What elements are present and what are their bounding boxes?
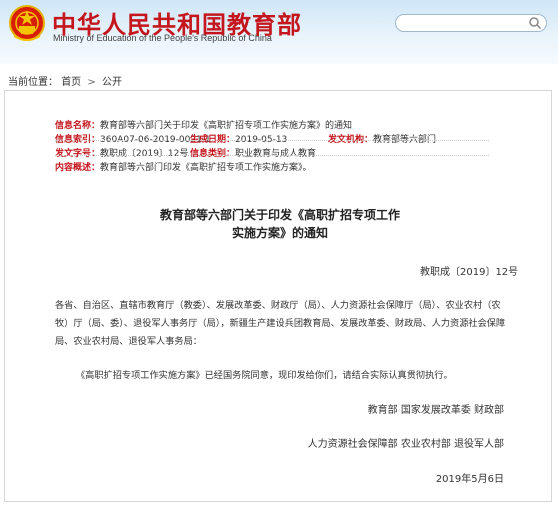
document-number: 教职成〔2019〕12号 <box>420 267 519 278</box>
site-title-english: Ministry of Education of the People's Re… <box>53 33 272 43</box>
signers-line: 人力资源社会保障部 农业农村部 退役军人部 <box>307 439 504 450</box>
search-icon[interactable] <box>528 16 542 30</box>
breadcrumb-public-link[interactable]: 公开 <box>102 77 122 88</box>
meta-category-value: 职业教育与成人教育 <box>235 149 317 159</box>
document-title: 教育部等六部门关于印发《高职扩招专项工作 实施方案》的通知 <box>110 206 450 242</box>
breadcrumb-home-link[interactable]: 首页 <box>61 77 81 88</box>
search-box <box>395 14 547 32</box>
breadcrumb-label: 当前位置： <box>8 77 58 88</box>
recipients-line: 局、农业农村局、退役军人事务局： <box>55 336 202 347</box>
document-date: 2019年5月6日 <box>435 474 504 485</box>
meta-org: 发文机构：教育部等六部门 <box>328 132 436 145</box>
document-title-line1: 教育部等六部门关于印发《高职扩招专项工作 <box>159 208 400 222</box>
meta-summary: 内容概述：教育部等六部门印发《高职扩招专项工作实施方案》。 <box>55 160 312 173</box>
meta-category: 信息类别：职业教育与成人教育 <box>190 146 316 159</box>
meta-doc-no: 发文字号：教职成〔2019〕12号 <box>55 146 188 159</box>
search-input[interactable] <box>406 16 524 30</box>
document-body: 《高职扩招专项工作实施方案》已经国务院同意，现印发给你们，请结合实际认真贯彻执行… <box>76 370 453 381</box>
breadcrumb-separator: > <box>87 77 96 88</box>
meta-date: 生成日期：2019-05-13 <box>190 132 287 145</box>
recipients-line: 各省、自治区、直辖市教育厅（教委）、发展改革委、财政厅（局）、人力资源社会保障厅… <box>55 300 501 311</box>
meta-summary-value: 教育部等六部门印发《高职扩招专项工作实施方案》。 <box>100 163 312 173</box>
site-header: 中华人民共和国教育部 Ministry of Education of the … <box>0 0 558 64</box>
national-emblem-icon <box>9 5 45 41</box>
meta-category-label: 信息类别： <box>190 149 236 159</box>
meta-info-name-label: 信息名称： <box>55 121 101 131</box>
meta-info-name: 信息名称：教育部等六部门关于印发《高职扩招专项工作实施方案》的通知 <box>55 118 352 131</box>
recipients-line: 牧）厅（局、委）、退役军人事务厅（局），新疆生产建设兵团教育局、发展改革委、财政… <box>55 318 506 329</box>
meta-index: 信息索引：360A07-06-2019-0021-1 <box>55 132 211 145</box>
breadcrumb: 当前位置： 首页 > 公开 <box>8 73 122 88</box>
meta-doc-no-label: 发文字号： <box>55 149 101 159</box>
meta-divider <box>55 140 489 141</box>
meta-doc-no-value: 教职成〔2019〕12号 <box>100 149 189 159</box>
meta-summary-label: 内容概述： <box>55 163 101 173</box>
meta-divider <box>55 155 489 156</box>
meta-info-name-value: 教育部等六部门关于印发《高职扩招专项工作实施方案》的通知 <box>100 121 353 131</box>
signers-line: 教育部 国家发展改革委 财政部 <box>367 405 504 416</box>
document-title-line2: 实施方案》的通知 <box>231 226 328 240</box>
